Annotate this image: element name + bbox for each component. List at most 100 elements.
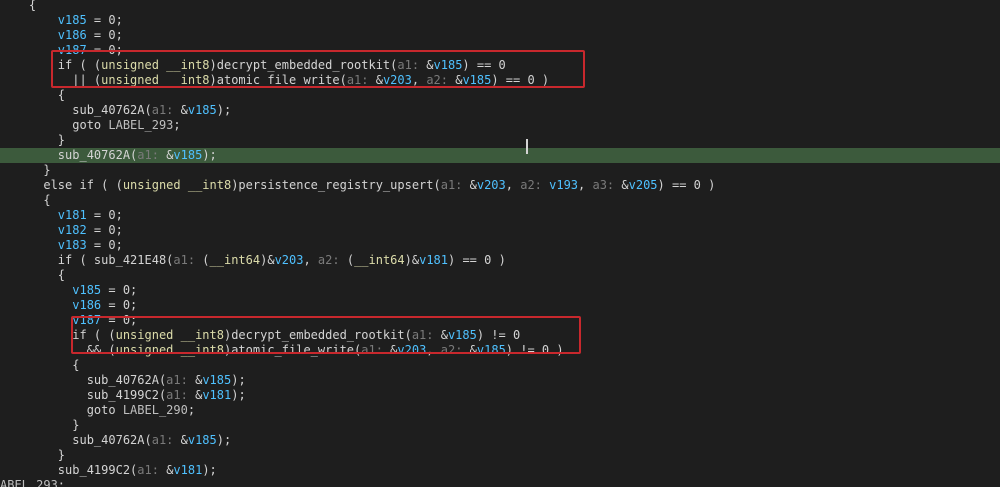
code-line[interactable]: v186 = 0; (0, 298, 1000, 313)
code-line[interactable]: sub_4199C2(a1: &v181); (0, 388, 1000, 403)
code-token: sub_4199C2( (0, 388, 167, 402)
code-token: { (0, 268, 66, 282)
code-token: v183 (57, 238, 87, 252)
code-token: LABEL_293 (108, 118, 174, 132)
code-token: __int64 (209, 253, 261, 267)
code-line[interactable]: } (0, 418, 1000, 433)
code-token: ABEL_293 (0, 478, 58, 487)
code-token: ( (202, 253, 210, 267)
code-line[interactable]: } (0, 133, 1000, 148)
code-token: v203 (274, 253, 304, 267)
code-token: v182 (57, 223, 87, 237)
code-token: unsigned __int8 (101, 73, 210, 87)
code-token: a2: (440, 343, 470, 357)
code-line[interactable]: v185 = 0; (0, 283, 1000, 298)
code-token: )decrypt_embedded_rootkit( (223, 328, 412, 342)
code-token: a3: (592, 178, 622, 192)
code-line[interactable]: v185 = 0; (0, 13, 1000, 28)
code-token: } (0, 163, 51, 177)
code-token: sub_4199C2( (0, 463, 138, 477)
text-cursor (526, 139, 528, 154)
code-token: } (0, 133, 66, 147)
code-line[interactable]: goto LABEL_290; (0, 403, 1000, 418)
code-token: LABEL_290 (122, 403, 188, 417)
code-token: = 0; (86, 238, 123, 252)
code-token: = 0; (86, 13, 123, 27)
code-token: unsigned __int8 (115, 328, 224, 342)
code-line[interactable]: { (0, 193, 1000, 208)
code-token: a2: (520, 178, 550, 192)
code-token: = 0; (101, 313, 138, 327)
code-token: else if ( ( (0, 178, 123, 192)
code-token: v203 (382, 73, 412, 87)
code-line[interactable]: { (0, 358, 1000, 373)
code-token: v185 (173, 148, 203, 162)
code-line[interactable]: v183 = 0; (0, 238, 1000, 253)
code-token: a1: (151, 433, 181, 447)
code-token: goto (0, 118, 109, 132)
code-token: v185 (447, 328, 477, 342)
code-line[interactable]: { (0, 0, 1000, 13)
code-token: )decrypt_embedded_rootkit( (209, 58, 398, 72)
code-token: unsigned __int8 (101, 58, 210, 72)
code-line[interactable]: sub_40762A(a1: &v185); (0, 373, 1000, 388)
code-token: = 0; (101, 298, 138, 312)
code-token: __int64 (354, 253, 405, 267)
code-line[interactable]: { (0, 88, 1000, 103)
code-token: a1: (166, 373, 196, 387)
code-token: unsigned __int8 (115, 343, 224, 357)
code-line[interactable]: sub_40762A(a1: &v185); (0, 433, 1000, 448)
code-token: v185 (187, 433, 217, 447)
code-token: a2: (317, 253, 347, 267)
code-line[interactable]: v182 = 0; (0, 223, 1000, 238)
code-token: ) != 0 (476, 328, 521, 342)
code-token: , (505, 178, 521, 192)
code-token: v181 (202, 388, 232, 402)
code-line[interactable]: if ( (unsigned __int8)decrypt_embedded_r… (0, 328, 1000, 343)
code-token: = 0; (101, 283, 138, 297)
code-token: , (303, 253, 318, 267)
code-token: a1: (173, 253, 203, 267)
code-token: )persistence_registry_upsert( (231, 178, 441, 192)
code-token: , (578, 178, 593, 192)
code-token: a1: (397, 58, 427, 72)
code-token: v193 (549, 178, 579, 192)
code-token: a1: (440, 178, 470, 192)
code-token: { (0, 358, 80, 372)
code-token: ) == 0 ) (491, 73, 550, 87)
code-token: ; (187, 403, 196, 417)
code-line[interactable]: v187 = 0; (0, 43, 1000, 58)
code-line[interactable]: v187 = 0; (0, 313, 1000, 328)
code-token: v203 (476, 178, 506, 192)
code-line[interactable]: if ( (unsigned __int8)decrypt_embedded_r… (0, 58, 1000, 73)
code-token: v186 (57, 28, 87, 42)
code-token: & (180, 433, 188, 447)
code-line[interactable]: || (unsigned __int8)atomic_file_write(a1… (0, 73, 1000, 88)
code-token: a1: (361, 343, 391, 357)
code-line[interactable]: v186 = 0; (0, 28, 1000, 43)
code-line[interactable]: ABEL_293: (0, 478, 1000, 487)
code-token: goto (0, 403, 123, 417)
code-line[interactable]: if ( sub_421E48(a1: (__int64)&v203, a2: … (0, 253, 1000, 268)
code-token: { (0, 193, 51, 207)
code-line[interactable]: && (unsigned __int8)atomic_file_write(a1… (0, 343, 1000, 358)
code-line[interactable]: sub_40762A(a1: &v185); (0, 103, 1000, 118)
code-line[interactable]: goto LABEL_293; (0, 118, 1000, 133)
code-line[interactable]: } (0, 448, 1000, 463)
code-token: v185 (462, 73, 492, 87)
code-token: a1: (346, 73, 376, 87)
code-token: = 0; (86, 208, 123, 222)
code-line[interactable]: } (0, 163, 1000, 178)
code-line[interactable]: sub_4199C2(a1: &v181); (0, 463, 1000, 478)
decompiler-code-view[interactable]: { v185 = 0; v186 = 0; v187 = 0; if ( (un… (0, 0, 1000, 487)
code-token: ( (346, 253, 355, 267)
code-token: a1: (137, 463, 167, 477)
code-line[interactable]: else if ( (unsigned __int8)persistence_r… (0, 178, 1000, 193)
code-line[interactable]: v181 = 0; (0, 208, 1000, 223)
code-token: = 0; (86, 223, 123, 237)
code-line-current[interactable]: sub_40762A(a1: &v185); (0, 148, 1000, 163)
code-line[interactable]: { (0, 268, 1000, 283)
